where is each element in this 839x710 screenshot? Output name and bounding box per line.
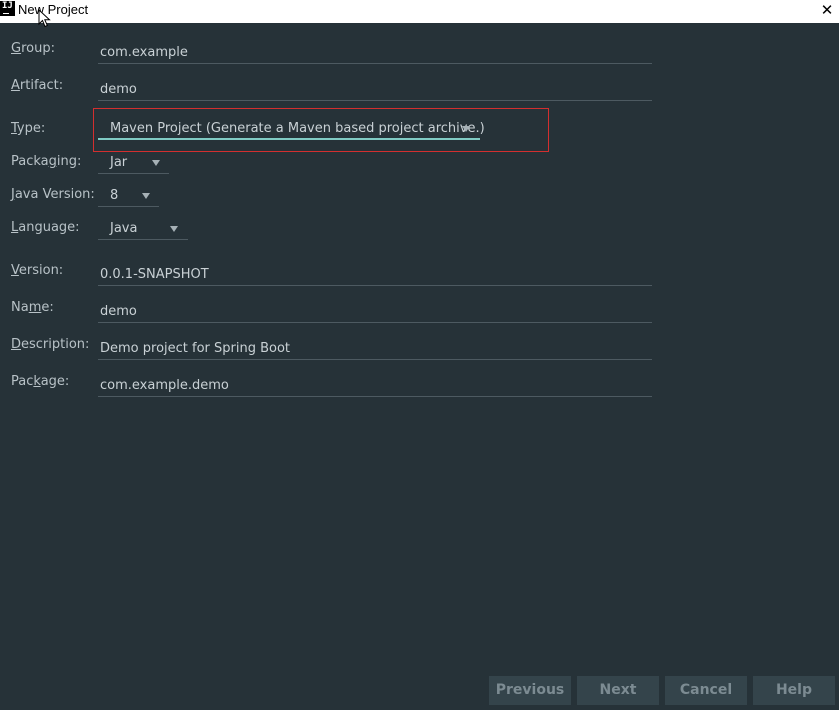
language-selected-value: Java — [110, 221, 138, 236]
package-field[interactable] — [98, 377, 654, 397]
intellij-app-icon: IJ — [0, 1, 15, 16]
language-label: Language: — [11, 220, 80, 235]
artifact-field[interactable] — [98, 81, 654, 101]
group-input[interactable] — [98, 44, 654, 62]
previous-button[interactable]: Previous — [489, 676, 571, 705]
packaging-dropdown[interactable]: Jar — [98, 154, 169, 174]
window-title: New Project — [18, 2, 89, 17]
type-label: Type: — [11, 121, 46, 136]
description-input[interactable] — [98, 340, 654, 358]
help-button[interactable]: Help — [753, 676, 835, 705]
new-project-dialog: IJ New Project ✕ Group: Artifact: Type: … — [0, 0, 839, 710]
artifact-input[interactable] — [98, 81, 654, 99]
packaging-label: Packaging: — [11, 154, 82, 169]
name-field[interactable] — [98, 303, 654, 323]
version-field[interactable] — [98, 266, 654, 286]
version-label: Version: — [11, 263, 64, 278]
chevron-down-icon — [142, 193, 150, 199]
package-label: Package: — [11, 374, 70, 389]
artifact-label: Artifact: — [11, 78, 64, 93]
name-label: Name: — [11, 300, 54, 315]
next-button[interactable]: Next — [577, 676, 659, 705]
java-version-label: Java Version: — [11, 187, 95, 202]
name-input[interactable] — [98, 303, 654, 321]
type-dropdown[interactable]: Maven Project (Generate a Maven based pr… — [98, 120, 485, 140]
mouse-cursor-icon — [38, 9, 51, 28]
chevron-down-icon — [462, 126, 470, 132]
cancel-button[interactable]: Cancel — [665, 676, 747, 705]
chevron-down-icon — [152, 160, 160, 166]
title-bar[interactable]: IJ New Project ✕ — [0, 0, 839, 23]
package-input[interactable] — [98, 377, 654, 395]
packaging-selected-value: Jar — [110, 155, 128, 170]
group-label: Group: — [11, 41, 55, 56]
description-field[interactable] — [98, 340, 654, 360]
description-label: Description: — [11, 337, 90, 352]
language-dropdown[interactable]: Java — [98, 220, 188, 240]
version-input[interactable] — [98, 266, 654, 284]
java-version-dropdown[interactable]: 8 — [98, 187, 159, 207]
java-version-selected-value: 8 — [110, 188, 119, 203]
chevron-down-icon — [170, 226, 178, 232]
group-field[interactable] — [98, 44, 654, 64]
type-selected-value: Maven Project (Generate a Maven based pr… — [110, 121, 485, 136]
close-button[interactable]: ✕ — [815, 0, 839, 22]
